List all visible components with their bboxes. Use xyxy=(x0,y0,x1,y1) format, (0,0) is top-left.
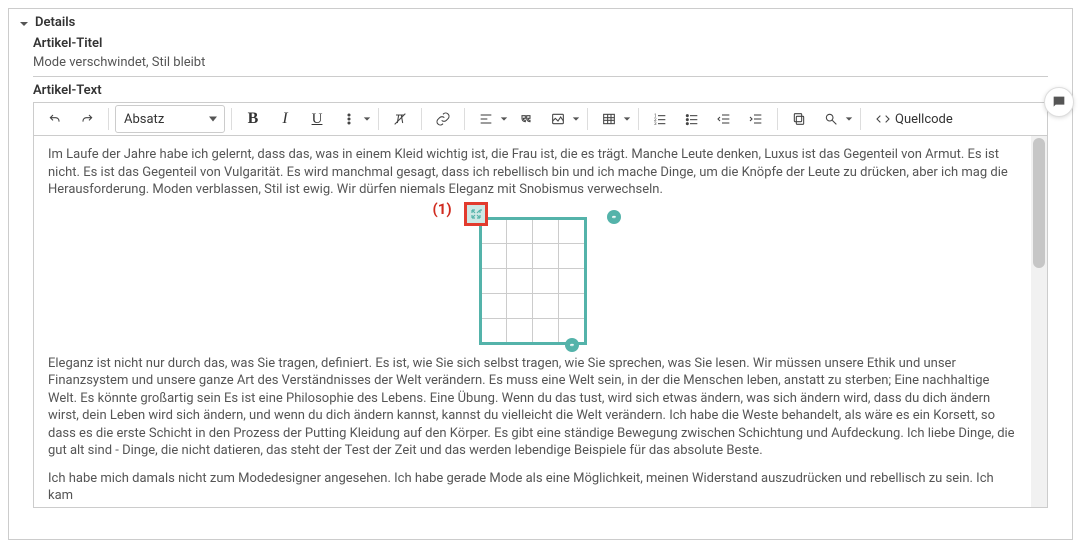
underline-button[interactable]: U xyxy=(302,105,332,133)
clear-format-button[interactable] xyxy=(385,105,415,133)
separator xyxy=(638,108,639,130)
outdent-button[interactable] xyxy=(709,105,739,133)
editor-toolbar: Absatz B I U 123 Quellcode xyxy=(33,102,1048,136)
editor-scrollbar[interactable] xyxy=(1031,136,1047,507)
source-code-button[interactable]: Quellcode xyxy=(867,105,961,133)
section-header[interactable]: Details xyxy=(19,15,1062,30)
article-text-label: Artikel-Text xyxy=(33,83,1062,98)
paragraph[interactable]: Im Laufe der Jahre habe ich gelernt, das… xyxy=(48,146,1017,199)
editor-frame: Im Laufe der Jahre habe ich gelernt, das… xyxy=(33,136,1048,508)
align-button[interactable] xyxy=(471,105,501,133)
insert-media-caret-icon[interactable] xyxy=(571,105,581,133)
separator xyxy=(464,108,465,130)
undo-button[interactable] xyxy=(40,105,70,133)
separator xyxy=(421,108,422,130)
separator xyxy=(378,108,379,130)
separator xyxy=(231,108,232,130)
table-button[interactable] xyxy=(594,105,624,133)
insert-media-button[interactable] xyxy=(543,105,573,133)
more-format-button[interactable] xyxy=(334,105,364,133)
link-button[interactable] xyxy=(428,105,458,133)
article-title-value[interactable]: Mode verschwindet, Stil bleibt xyxy=(33,55,1062,70)
scrollbar-thumb[interactable] xyxy=(1033,138,1045,268)
inserted-table-wrapper: (1) xyxy=(479,217,587,345)
separator xyxy=(108,108,109,130)
article-title-label: Artikel-Titel xyxy=(33,36,1062,51)
paragraph-style-label: Absatz xyxy=(124,112,164,127)
source-code-label: Quellcode xyxy=(895,112,953,127)
section-title: Details xyxy=(35,15,75,30)
separator xyxy=(860,108,861,130)
inserted-table[interactable] xyxy=(479,217,587,345)
bold-button[interactable]: B xyxy=(238,105,268,133)
align-caret-icon[interactable] xyxy=(499,105,509,133)
more-format-caret-icon[interactable] xyxy=(362,105,372,133)
italic-button[interactable]: I xyxy=(270,105,300,133)
table-resize-handle-bottom[interactable] xyxy=(565,338,579,352)
find-replace-button[interactable] xyxy=(816,105,846,133)
details-panel: Details Artikel-Titel Mode verschwindet,… xyxy=(8,8,1073,540)
redo-button[interactable] xyxy=(72,105,102,133)
chevron-down-icon xyxy=(19,18,29,28)
find-caret-icon[interactable] xyxy=(844,105,854,133)
blockquote-button[interactable] xyxy=(511,105,541,133)
comment-add-button[interactable] xyxy=(1044,87,1074,117)
table-select-handle[interactable] xyxy=(465,203,487,225)
annotation-marker: (1) xyxy=(433,199,452,219)
copy-button[interactable] xyxy=(784,105,814,133)
separator xyxy=(587,108,588,130)
paragraph[interactable]: Ich habe mich damals nicht zum Modedesig… xyxy=(48,470,1017,505)
table-caret-icon[interactable] xyxy=(622,105,632,133)
indent-button[interactable] xyxy=(741,105,771,133)
svg-text:3: 3 xyxy=(654,121,657,127)
bullet-list-button[interactable] xyxy=(677,105,707,133)
numbered-list-button[interactable]: 123 xyxy=(645,105,675,133)
editor-content[interactable]: Im Laufe der Jahre habe ich gelernt, das… xyxy=(34,136,1031,507)
separator xyxy=(777,108,778,130)
paragraph-style-dropdown[interactable]: Absatz xyxy=(115,105,225,133)
divider xyxy=(33,76,1048,77)
table-resize-handle-top[interactable] xyxy=(607,210,621,224)
paragraph[interactable]: Eleganz ist nicht nur durch das, was Sie… xyxy=(48,355,1017,460)
